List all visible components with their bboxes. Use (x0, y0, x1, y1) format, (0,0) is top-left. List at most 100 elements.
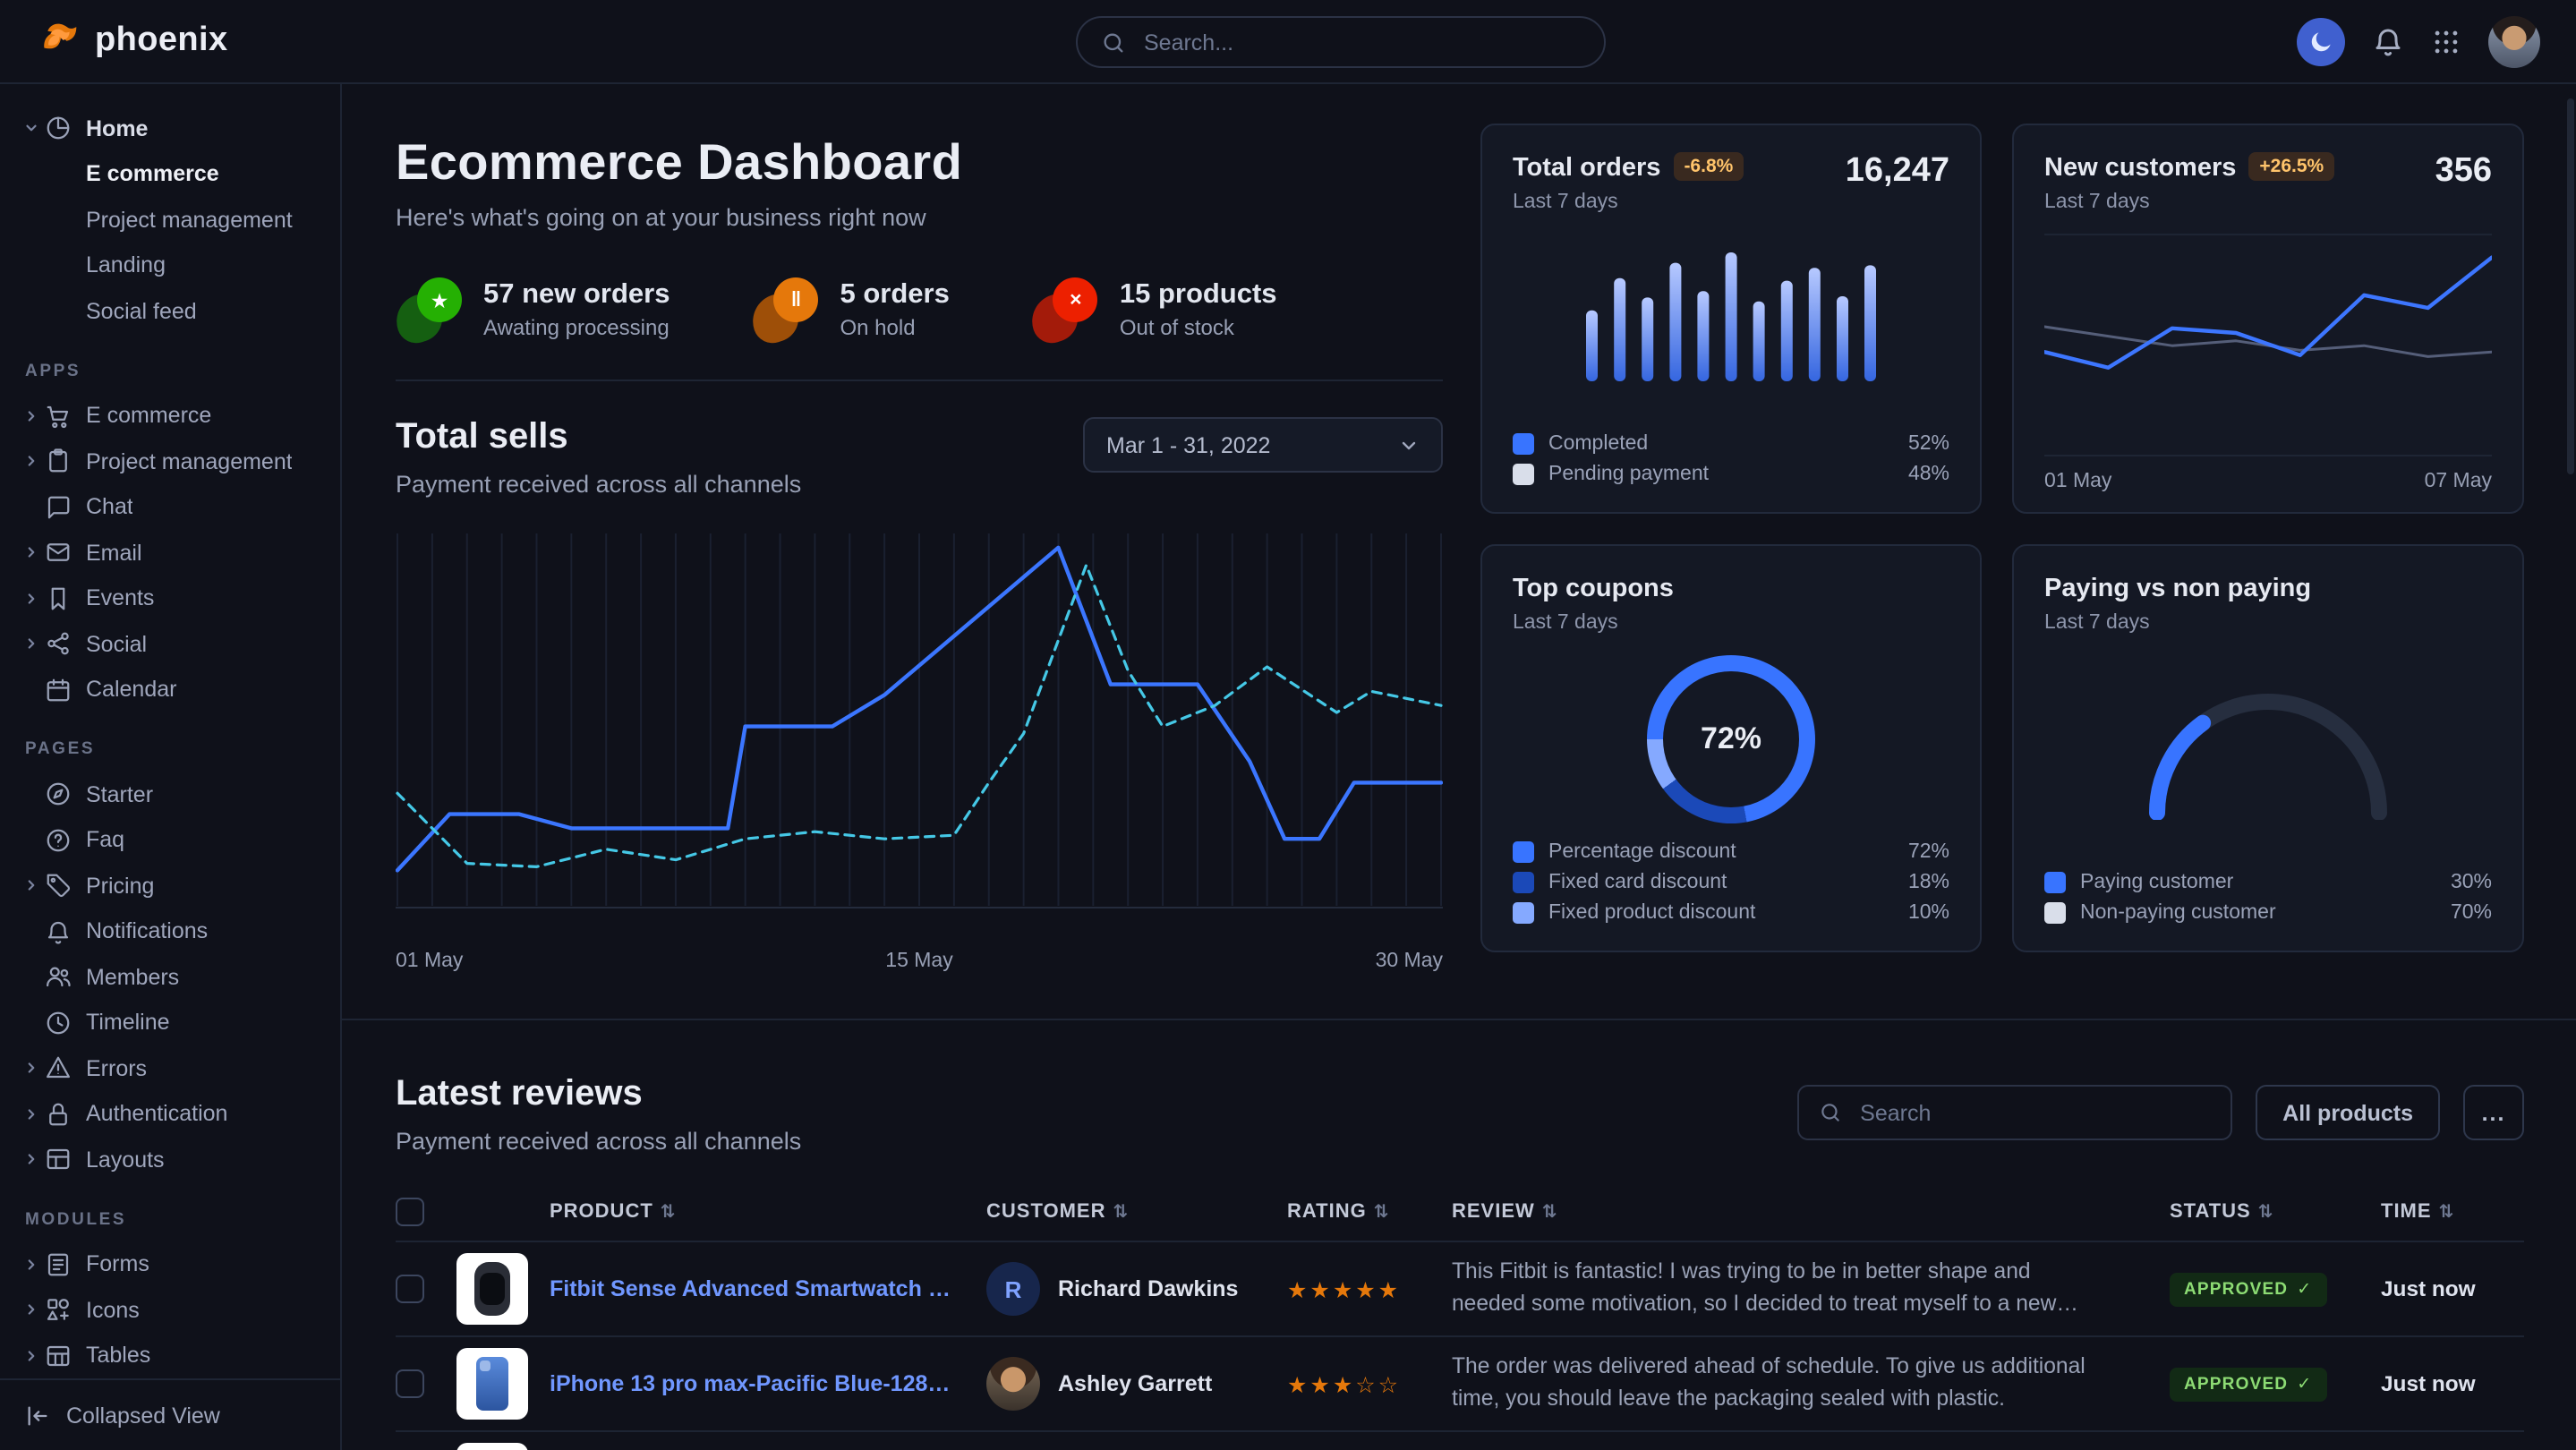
product-link[interactable]: iPhone 13 pro max-Pacific Blue-128GB sto… (550, 1371, 986, 1396)
paying-gauge-chart (2134, 673, 2402, 820)
legend-item-percentage-discount: Percentage discount 72% (1513, 836, 1949, 866)
sidebar-nav: Home E commerceProject managementLanding… (0, 84, 340, 1378)
table-row: Fitbit Sense Advanced Smartwatch with To… (396, 1241, 2524, 1335)
brand[interactable]: phoenix (36, 14, 228, 68)
column-header-rating[interactable]: RATING⇅ (1287, 1201, 1452, 1223)
customer-cell: Ashley Garrett (986, 1357, 1287, 1411)
legend-value: 72% (1908, 840, 1949, 862)
sidebar-item-layouts[interactable]: Layouts (0, 1137, 340, 1182)
sidebar-item-events[interactable]: Events (0, 576, 340, 621)
caret-icon (23, 1106, 45, 1122)
navbar-search-input[interactable] (1140, 28, 1581, 56)
orders-legend: Completed 52% Pending payment 48% (1513, 428, 1949, 489)
customer-name: Ashley Garrett (1058, 1371, 1212, 1396)
sort-icon: ⇅ (1374, 1203, 1390, 1223)
sidebar-item-icons[interactable]: Icons (0, 1287, 340, 1333)
sidebar-subitem-social-feed[interactable]: Social feed (0, 288, 340, 334)
sidebar-item-calendar[interactable]: Calendar (0, 667, 340, 712)
calendar-icon (45, 677, 72, 704)
reviews-title: Latest reviews (396, 1074, 801, 1115)
sidebar-item-starter[interactable]: Starter (0, 772, 340, 817)
alert-icon (45, 1055, 72, 1082)
navbar-search[interactable] (1076, 16, 1606, 68)
viewport: phoenix (0, 0, 2576, 1450)
new-customers-card: New customers+26.5% Last 7 days 356 01 M… (2012, 124, 2524, 514)
sidebar-item-home[interactable]: Home (0, 106, 340, 151)
sidebar-item-faq[interactable]: Faq (0, 817, 340, 863)
column-header-customer[interactable]: CUSTOMER⇅ (986, 1201, 1287, 1223)
sidebar-subitem-e-commerce[interactable]: E commerce (0, 151, 340, 197)
sidebar-item-timeline[interactable]: Timeline (0, 1000, 340, 1045)
caret-icon (23, 545, 45, 561)
sidebar-item-errors[interactable]: Errors (0, 1045, 340, 1091)
legend-swatch (1513, 432, 1534, 454)
card-period: Last 7 days (2044, 612, 2311, 634)
user-avatar[interactable] (2488, 15, 2540, 67)
form-icon (45, 1251, 72, 1278)
stats-row: ★ 57 new orders Awating processing ‖ 5 o… (396, 277, 1443, 342)
collapse-icon (25, 1403, 50, 1428)
sort-icon: ⇅ (2258, 1203, 2274, 1223)
sidebar-item-e-commerce[interactable]: E commerce (0, 393, 340, 439)
reviews-toolbar: All products ... (1797, 1085, 2524, 1140)
all-products-button[interactable]: All products (2256, 1085, 2440, 1140)
sidebar-item-notifications[interactable]: Notifications (0, 908, 340, 954)
caret-icon (23, 1302, 45, 1318)
app-window: phoenix (0, 0, 2576, 1450)
notifications-button[interactable] (2372, 25, 2404, 57)
date-range-select[interactable]: Mar 1 - 31, 2022 (1083, 417, 1443, 473)
sidebar-item-social[interactable]: Social (0, 621, 340, 667)
sidebar-item-members[interactable]: Members (0, 954, 340, 1000)
sidebar-item-email[interactable]: Email (0, 530, 340, 576)
trend-badge: +26.5% (2248, 152, 2334, 181)
search-icon (1101, 30, 1126, 55)
sidebar-subitem-project-management[interactable]: Project management (0, 197, 340, 243)
product-link[interactable]: Fitbit Sense Advanced Smartwatch with To… (550, 1276, 986, 1301)
legend-swatch (1513, 871, 1534, 892)
column-header-product[interactable]: PRODUCT⇅ (550, 1201, 986, 1223)
stat-awating-processing: ★ 57 new orders Awating processing (396, 277, 670, 342)
legend-item-fixed-product-discount: Fixed product discount 10% (1513, 897, 1949, 927)
chevron-down-icon (1398, 434, 1420, 456)
sidebar-subitem-landing[interactable]: Landing (0, 243, 340, 288)
sidebar-section-pages: PAGES (0, 712, 340, 772)
column-header-time[interactable]: TIME⇅ (2381, 1201, 2524, 1223)
reviews-search-input[interactable] (1856, 1098, 2211, 1127)
sidebar-item-authentication[interactable]: Authentication (0, 1091, 340, 1137)
brand-name: phoenix (95, 21, 228, 61)
share-icon (45, 631, 72, 658)
legend-swatch (2044, 871, 2066, 892)
table-row: iPhone 13 pro max-Pacific Blue-128GB sto… (396, 1335, 2524, 1430)
chat-icon (45, 494, 72, 521)
sidebar-item-tables[interactable]: Tables (0, 1333, 340, 1378)
stat-value: 15 products (1120, 279, 1277, 311)
cart-icon (45, 403, 72, 430)
mail-icon (45, 540, 72, 567)
more-options-button[interactable]: ... (2463, 1085, 2524, 1140)
x-tick: 30 May (1376, 951, 1443, 972)
x-tick: 01 May (2044, 471, 2111, 492)
apps-grid-button[interactable] (2431, 26, 2461, 56)
status-badge: APPROVED ✓ (2170, 1368, 2326, 1402)
customer-name: Richard Dawkins (1058, 1276, 1238, 1301)
column-header-review[interactable]: REVIEW⇅ (1452, 1201, 2170, 1223)
caret-icon (23, 1348, 45, 1364)
column-header-status[interactable]: STATUS⇅ (2170, 1201, 2381, 1223)
theme-toggle[interactable] (2297, 17, 2345, 65)
scrollbar[interactable] (2567, 98, 2574, 474)
reviews-search[interactable] (1797, 1085, 2232, 1140)
pie-icon (45, 115, 72, 142)
sidebar-item-project-management[interactable]: Project management (0, 439, 340, 484)
caret-icon (23, 1152, 45, 1168)
collapsed-view-toggle[interactable]: Collapsed View (0, 1378, 340, 1450)
total-sells-subtitle: Payment received across all channels (396, 471, 801, 498)
select-all-checkbox[interactable] (396, 1198, 423, 1226)
shapes-icon (45, 1297, 72, 1324)
sidebar-item-forms[interactable]: Forms (0, 1241, 340, 1287)
row-checkbox[interactable] (396, 1275, 423, 1303)
customers-line-chart (2044, 227, 2492, 414)
lock-icon (45, 1101, 72, 1128)
row-checkbox[interactable] (396, 1370, 423, 1398)
sidebar-item-pricing[interactable]: Pricing (0, 863, 340, 908)
sidebar-item-chat[interactable]: Chat (0, 484, 340, 530)
